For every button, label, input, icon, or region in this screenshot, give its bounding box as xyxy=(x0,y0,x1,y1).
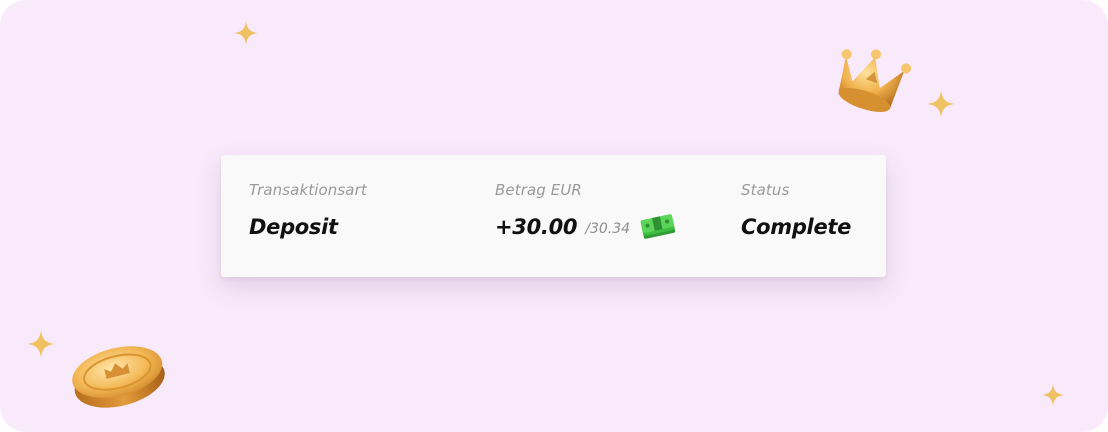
transaction-card: Transaktionsart Deposit Betrag EUR +30.0… xyxy=(221,155,886,277)
crown-icon xyxy=(838,49,912,112)
sparkle-icon xyxy=(927,90,955,118)
status-label: Status xyxy=(741,181,790,199)
status-value: Complete xyxy=(741,215,852,239)
amount-subvalue: /30.34 xyxy=(585,220,631,237)
amount-label: Betrag EUR xyxy=(495,181,582,199)
promo-banner: Transaktionsart Deposit Betrag EUR +30.0… xyxy=(0,0,1108,432)
transaction-type-label: Transaktionsart xyxy=(249,181,367,199)
transaction-type-column: Transaktionsart Deposit xyxy=(249,181,367,241)
amount-column: Betrag EUR +30.00 /30.34 xyxy=(495,181,678,241)
cash-stack-icon xyxy=(640,214,676,239)
status-column: Status Complete xyxy=(741,181,851,241)
sparkle-icon xyxy=(234,21,258,45)
sparkle-icon xyxy=(1041,383,1065,407)
sparkle-icon xyxy=(27,330,55,358)
coin-icon xyxy=(72,346,165,408)
amount-value: +30.00 xyxy=(495,215,578,239)
transaction-type-value: Deposit xyxy=(249,215,338,239)
